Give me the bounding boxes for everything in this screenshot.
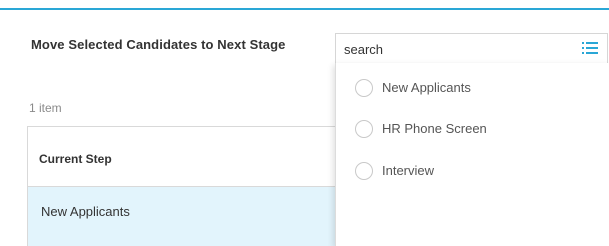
option-hr-phone-screen[interactable]: HR Phone Screen [336, 116, 609, 144]
option-label: HR Phone Screen [382, 121, 487, 136]
stage-search-box[interactable] [335, 33, 608, 64]
list-icon[interactable] [582, 41, 598, 55]
radio-button[interactable] [355, 120, 373, 138]
item-count: 1 item [29, 101, 62, 115]
option-new-applicants[interactable]: New Applicants [336, 75, 609, 103]
field-label: Move Selected Candidates to Next Stage [31, 37, 286, 52]
cell-current-step: New Applicants [41, 204, 130, 219]
option-interview[interactable]: Interview [336, 158, 609, 186]
radio-button[interactable] [355, 162, 373, 180]
radio-button[interactable] [355, 79, 373, 97]
option-label: Interview [382, 163, 435, 178]
column-header-current-step[interactable]: Current Step [39, 152, 112, 166]
grid-header: Current Step [28, 127, 358, 187]
search-input[interactable] [344, 39, 564, 59]
move-candidates-panel: Move Selected Candidates to Next Stage 1… [0, 0, 609, 246]
top-divider [0, 8, 609, 10]
table-row[interactable]: New Applicants [28, 187, 358, 246]
stage-options-dropdown: New Applicants HR Phone Screen Interview [335, 63, 609, 246]
candidates-grid: Current Step New Applicants [27, 126, 358, 246]
option-label: New Applicants [382, 80, 471, 95]
